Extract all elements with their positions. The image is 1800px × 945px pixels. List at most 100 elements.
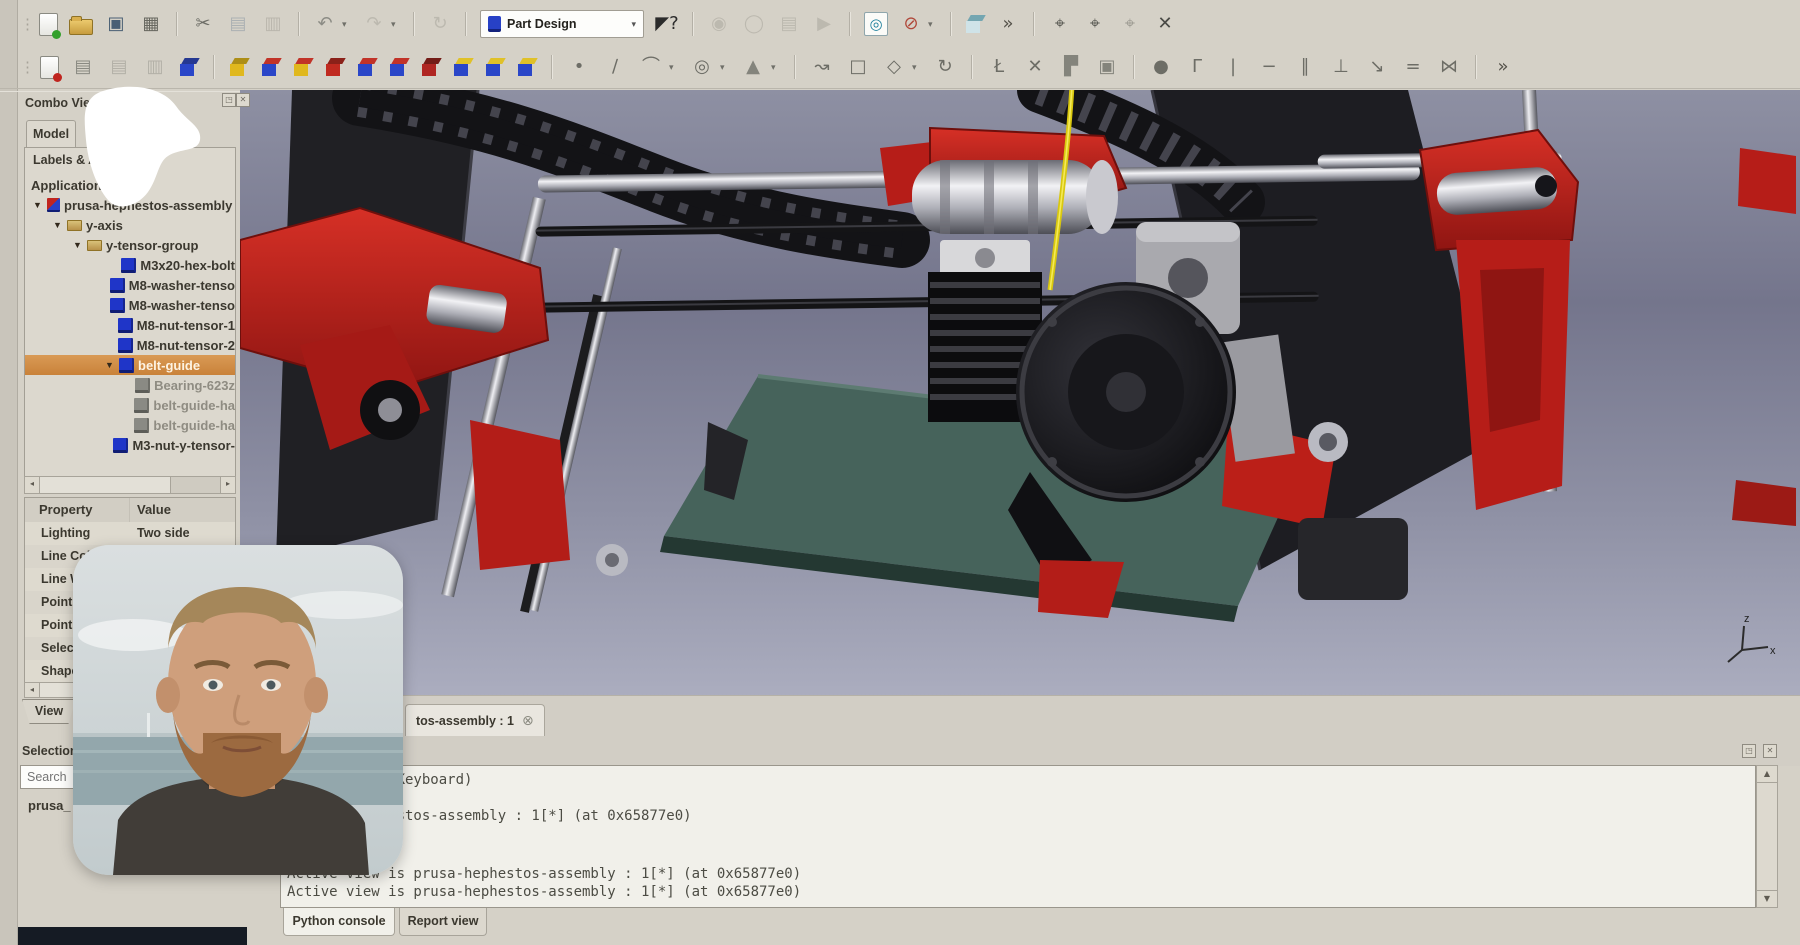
- split-edge-icon[interactable]: ✕: [1023, 54, 1047, 80]
- redo-dropdown-arrow[interactable]: ▾: [391, 19, 400, 30]
- tree-item-y-tensor-group[interactable]: ▼y-tensor-group: [25, 235, 235, 255]
- macro-record-icon[interactable]: ◉: [707, 11, 731, 37]
- boolean-union-icon[interactable]: [453, 57, 473, 77]
- save-icon[interactable]: ▣: [104, 11, 128, 37]
- tree-item-m8-nut-tensor-2[interactable]: M8-nut-tensor-2: [25, 335, 235, 355]
- create-conic-icon[interactable]: ▲: [741, 54, 765, 80]
- tree-hscrollbar[interactable]: ◂ ▸: [24, 476, 236, 494]
- scroll-left-icon[interactable]: ◂: [25, 477, 40, 493]
- revolution-icon[interactable]: [261, 57, 281, 77]
- tab-view[interactable]: View: [22, 699, 76, 724]
- refresh-icon[interactable]: ↻: [428, 11, 452, 37]
- leave-sketch-icon[interactable]: ▤: [107, 54, 131, 80]
- expand-arrow-icon[interactable]: ▼: [73, 240, 87, 250]
- scroll-up-icon[interactable]: ▲: [1757, 766, 1777, 783]
- new-sketch-icon[interactable]: [40, 56, 59, 79]
- tree-item-m8-washer-tenso[interactable]: M8-washer-tenso: [25, 275, 235, 295]
- tree-item-belt-guide-ha[interactable]: belt-guide-ha: [25, 415, 235, 435]
- tree-item-m8-washer-tenso[interactable]: M8-washer-tenso: [25, 295, 235, 315]
- create-polygon-icon[interactable]: ◇: [882, 54, 906, 80]
- constrain-horizontal-icon[interactable]: −: [1257, 54, 1281, 80]
- constrain-vertical-icon[interactable]: |: [1221, 54, 1245, 80]
- create-rectangle-icon[interactable]: □: [846, 54, 870, 80]
- external-geometry-icon[interactable]: ▛: [1059, 54, 1083, 80]
- constrain-tangent-icon[interactable]: ↘: [1365, 54, 1389, 80]
- view-sketch-icon[interactable]: ▥: [143, 54, 167, 80]
- arc-dropdown-arrow[interactable]: ▾: [669, 62, 678, 73]
- python-console-output[interactable]: e: 31 (X_GrabKeyboard): 0x0s prusa-hephe…: [280, 765, 1756, 908]
- edit-sketch-icon[interactable]: ▤: [71, 54, 95, 80]
- whats-this-icon[interactable]: ◤?: [655, 11, 679, 37]
- scroll-right-icon[interactable]: ▸: [220, 477, 235, 493]
- undo-dropdown-arrow[interactable]: ▾: [342, 19, 351, 30]
- new-document-icon[interactable]: [39, 13, 58, 36]
- create-polyline-icon[interactable]: ↝: [810, 54, 834, 80]
- axonometric-view-icon[interactable]: [965, 14, 985, 34]
- view-overflow-chevron[interactable]: »: [996, 11, 1020, 37]
- selection-list-item[interactable]: prusa_: [28, 798, 71, 813]
- document-tab-close-icon[interactable]: ⊗: [522, 713, 534, 729]
- sketch-overflow-chevron[interactable]: »: [1491, 54, 1515, 80]
- boolean-common-icon[interactable]: [517, 57, 537, 77]
- document-tab[interactable]: tos-assembly : 1 ⊗: [405, 704, 545, 736]
- tree-item-bearing-623z[interactable]: Bearing-623z: [25, 375, 235, 395]
- hole-icon[interactable]: [389, 57, 409, 77]
- tab-python-console[interactable]: Python console: [283, 908, 395, 936]
- combo-view-close-icon[interactable]: ✕: [236, 93, 250, 107]
- property-value[interactable]: Two side: [137, 526, 190, 540]
- circle-dropdown-arrow[interactable]: ▾: [720, 62, 729, 73]
- expand-arrow-icon[interactable]: ▼: [53, 220, 67, 230]
- box-element-selection-icon[interactable]: ⌖: [1083, 11, 1107, 37]
- toolbar2-drag-handle[interactable]: ⋮: [20, 58, 28, 76]
- toolbar1-drag-handle[interactable]: ⋮: [20, 15, 28, 33]
- combo-view-float-icon[interactable]: ◳: [222, 93, 236, 107]
- box-selection-icon[interactable]: ⌖: [1048, 11, 1072, 37]
- pad-icon[interactable]: [229, 57, 249, 77]
- tree-item-belt-guide[interactable]: ▼belt-guide: [25, 355, 235, 375]
- select-visible-icon[interactable]: ⌖: [1118, 11, 1142, 37]
- pocket-icon[interactable]: [357, 57, 377, 77]
- primitive-icon[interactable]: [421, 57, 441, 77]
- constrain-perpendicular-icon[interactable]: ⊥: [1329, 54, 1353, 80]
- copy-icon[interactable]: ▤: [226, 11, 250, 37]
- viewport-3d[interactable]: x z: [240, 90, 1800, 697]
- draw-style-dropdown-arrow[interactable]: ▾: [928, 19, 937, 30]
- boolean-cut-icon[interactable]: [485, 57, 505, 77]
- constrain-parallel-icon[interactable]: ∥: [1293, 54, 1317, 80]
- expand-arrow-icon[interactable]: ▼: [33, 200, 47, 210]
- scroll-down-icon[interactable]: ▼: [1757, 890, 1777, 907]
- console-close-icon[interactable]: ✕: [1763, 744, 1777, 758]
- carbon-copy-icon[interactable]: ▣: [1095, 54, 1119, 80]
- constrain-point-on-object-icon[interactable]: Γ: [1185, 54, 1209, 80]
- print-icon[interactable]: ▦: [139, 11, 163, 37]
- polygon-dropdown-arrow[interactable]: ▾: [912, 62, 921, 73]
- scroll-left-icon[interactable]: ◂: [25, 683, 40, 697]
- conic-dropdown-arrow[interactable]: ▾: [771, 62, 780, 73]
- tree-item-m8-nut-tensor-1[interactable]: M8-nut-tensor-1: [25, 315, 235, 335]
- trim-edge-icon[interactable]: Ł: [987, 54, 1011, 80]
- property-row-lighting[interactable]: LightingTwo side: [25, 522, 235, 545]
- tab-report-view[interactable]: Report view: [399, 908, 487, 936]
- draw-style-icon[interactable]: ⊘: [899, 11, 923, 37]
- workbench-selector[interactable]: Part Design▾: [480, 10, 644, 38]
- expand-arrow-icon[interactable]: ▼: [105, 360, 119, 370]
- create-slot-icon[interactable]: ↻: [933, 54, 957, 80]
- create-point-icon[interactable]: •: [567, 54, 591, 80]
- create-arc-icon[interactable]: ⌒: [639, 54, 663, 80]
- tree-item-m3x20-hex-bolt[interactable]: M3x20-hex-bolt: [25, 255, 235, 275]
- scroll-thumb[interactable]: [40, 477, 171, 493]
- map-sketch-icon[interactable]: [179, 57, 199, 77]
- console-float-icon[interactable]: ◳: [1742, 744, 1756, 758]
- cut-icon[interactable]: ✂: [191, 11, 215, 37]
- console-vscrollbar[interactable]: ▲ ▼: [1756, 765, 1778, 908]
- tree-item-belt-guide-ha[interactable]: belt-guide-ha: [25, 395, 235, 415]
- constrain-symmetric-icon[interactable]: ⋈: [1437, 54, 1461, 80]
- macro-edit-icon[interactable]: ▤: [777, 11, 801, 37]
- additive-pipe-icon[interactable]: [325, 57, 345, 77]
- create-circle-icon[interactable]: ◎: [690, 54, 714, 80]
- create-line-icon[interactable]: ∕: [603, 54, 627, 80]
- redo-icon[interactable]: ↷: [362, 11, 386, 37]
- fit-all-icon[interactable]: ◎: [864, 12, 888, 36]
- macro-play-icon[interactable]: ▶: [812, 11, 836, 37]
- tree-item-m3-nut-y-tensor-[interactable]: M3-nut-y-tensor-: [25, 435, 235, 455]
